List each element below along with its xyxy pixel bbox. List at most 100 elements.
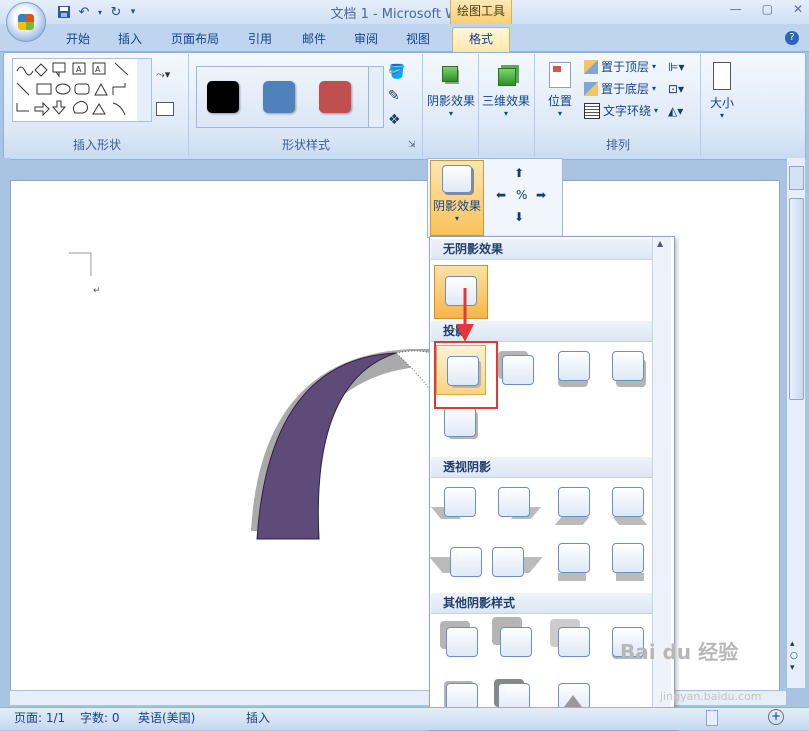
send-to-back-label: 置于底层	[601, 82, 650, 96]
status-language[interactable]: 英语(美国)	[138, 708, 195, 728]
perspective-tile-1-box	[444, 487, 476, 517]
tab-insert[interactable]: 插入	[110, 28, 150, 50]
perspective-tile-5[interactable]	[429, 537, 482, 585]
text-box-icon[interactable]	[156, 102, 174, 116]
text-wrapping-button[interactable]: 文字环绕 ▾	[584, 101, 658, 121]
shape-outline-icon[interactable]: ✎	[388, 88, 400, 104]
shadow-effects-dropdown-icon: ▾	[448, 109, 453, 118]
perspective-tile-8-box	[612, 543, 644, 573]
send-to-back-dropdown-icon: ▾	[652, 84, 657, 93]
perspective-tile-6[interactable]	[488, 537, 543, 585]
style-swatch-blue[interactable]	[263, 81, 295, 113]
tab-view[interactable]: 视图	[398, 28, 438, 50]
tab-format[interactable]: 格式	[452, 27, 510, 53]
change-shape-icon[interactable]: ❖	[388, 112, 401, 128]
rotate-icon[interactable]: ◭▾	[668, 104, 683, 118]
perspective-tile-3[interactable]	[548, 481, 596, 529]
3d-effects-icon	[494, 62, 518, 88]
status-insert-mode[interactable]: 插入	[246, 708, 270, 728]
watermark-brand: Bai du 经验	[620, 640, 739, 664]
other-shadow-tile-1-box	[446, 627, 478, 657]
drawing-tools-context-label: 绘图工具	[450, 0, 512, 25]
nudge-shadow-right-icon[interactable]: ➡	[536, 188, 546, 202]
other-shadow-tile-2-box	[500, 627, 532, 657]
drop-shadow-tile-4-box	[612, 351, 644, 381]
shadow-effects-split-button[interactable]: 阴影效果 ▾	[430, 160, 484, 236]
perspective-tile-8[interactable]	[602, 537, 650, 585]
tab-references[interactable]: 引用	[240, 28, 280, 50]
perspective-tile-1[interactable]	[430, 481, 482, 529]
close-icon[interactable]: ✕	[793, 2, 803, 16]
tab-page-layout[interactable]: 页面布局	[166, 28, 224, 50]
tab-review[interactable]: 审阅	[346, 28, 386, 50]
size-button[interactable]: 大小 ▾	[704, 58, 740, 120]
drop-shadow-tile-4[interactable]	[602, 345, 650, 393]
other-shadow-tile-2[interactable]	[488, 617, 536, 665]
section-header-no-shadow: 无阴影效果	[431, 239, 667, 260]
style-swatch-black[interactable]	[207, 81, 239, 113]
zoom-slider-thumb[interactable]	[706, 710, 718, 726]
shadow-nudge-controls: ⬆ ⬅ % ➡ ⬇	[492, 164, 552, 232]
section-header-perspective: 透视阴影	[431, 457, 667, 478]
browse-object-icon[interactable]: ▴ ○ ▾	[790, 638, 798, 674]
other-shadow-tile-3[interactable]	[548, 617, 596, 665]
nudge-shadow-down-icon[interactable]: ⬇	[514, 210, 524, 224]
dialog-launcher-icon[interactable]: ⇲	[408, 140, 416, 150]
margin-corner-mark	[69, 252, 92, 276]
shadow-effects-button[interactable]: 阴影效果 ▾	[426, 58, 476, 118]
nudge-shadow-left-icon[interactable]: ⬅	[496, 188, 506, 202]
bring-to-front-button[interactable]: 置于顶层 ▾	[584, 57, 656, 77]
send-to-back-button[interactable]: 置于底层 ▾	[584, 79, 656, 99]
arch-inner-pattern	[394, 350, 432, 393]
arch-shape[interactable]	[256, 352, 397, 540]
group-objects-icon[interactable]: ⊡▾	[668, 82, 684, 96]
minimize-icon[interactable]: —	[730, 2, 742, 16]
office-button[interactable]	[6, 2, 46, 42]
nudge-shadow-up-icon[interactable]: ⬆	[514, 166, 524, 180]
status-word-count[interactable]: 字数: 0	[80, 708, 120, 728]
drop-shadow-tile-3-box	[558, 351, 590, 381]
perspective-tile-7[interactable]	[548, 537, 596, 585]
shape-fill-icon[interactable]: 🪣	[388, 64, 405, 80]
tab-home[interactable]: 开始	[58, 28, 98, 50]
bring-to-front-label: 置于顶层	[601, 60, 650, 74]
dropdown-scroll-up-icon[interactable]: ▲	[657, 239, 663, 248]
size-icon	[713, 62, 731, 90]
perspective-tile-6-box	[492, 547, 524, 577]
status-page-count[interactable]: 页面: 1/1	[14, 708, 65, 728]
other-shadow-tile-1[interactable]	[436, 617, 484, 665]
perspective-tile-2-box	[498, 487, 530, 517]
maximize-icon[interactable]: ▢	[762, 2, 773, 16]
drop-shadow-tile-3[interactable]	[548, 345, 596, 393]
vertical-scroll-thumb[interactable]	[789, 198, 804, 400]
perspective-tile-8-shadow	[616, 573, 644, 581]
size-label: 大小	[709, 96, 734, 110]
document-title: 文档 1 - Microsoft Word	[330, 7, 479, 22]
zoom-in-icon[interactable]: +	[768, 709, 784, 725]
edit-points-icon[interactable]: ⤳▾	[156, 68, 170, 82]
align-icon[interactable]: ⊫▾	[668, 60, 684, 74]
watermark-url: jingyan.baidu.com	[660, 690, 762, 703]
perspective-tile-4-shadow	[612, 517, 648, 525]
3d-effects-label: 三维效果	[481, 94, 530, 108]
styles-scroll-icon[interactable]	[368, 66, 384, 128]
3d-effects-button[interactable]: 三维效果 ▾	[480, 58, 532, 118]
shapes-gallery-icons: A A	[16, 59, 151, 121]
shapes-gallery[interactable]: A A	[12, 58, 152, 122]
status-bar	[0, 707, 809, 730]
other-shadow-tile-7-shadow	[564, 695, 582, 707]
perspective-tile-4[interactable]	[602, 481, 650, 529]
ruler-toggle-icon[interactable]	[789, 166, 804, 190]
shadow-effects-label: 阴影效果	[426, 94, 475, 108]
perspective-tile-2[interactable]	[488, 481, 542, 529]
shadow-on-off-icon[interactable]: %	[516, 188, 527, 202]
text-wrapping-icon	[584, 103, 600, 119]
tab-mailings[interactable]: 邮件	[294, 28, 334, 50]
vertical-scrollbar[interactable]: ▴ ○ ▾	[786, 158, 805, 688]
style-swatch-red[interactable]	[319, 81, 351, 113]
position-button[interactable]: 位置 ▾	[540, 58, 580, 118]
help-icon[interactable]: ?	[785, 31, 799, 45]
size-dropdown-icon: ▾	[719, 111, 724, 120]
drop-shadow-tile-2[interactable]	[492, 345, 540, 393]
shape-styles-gallery[interactable]	[196, 66, 370, 128]
